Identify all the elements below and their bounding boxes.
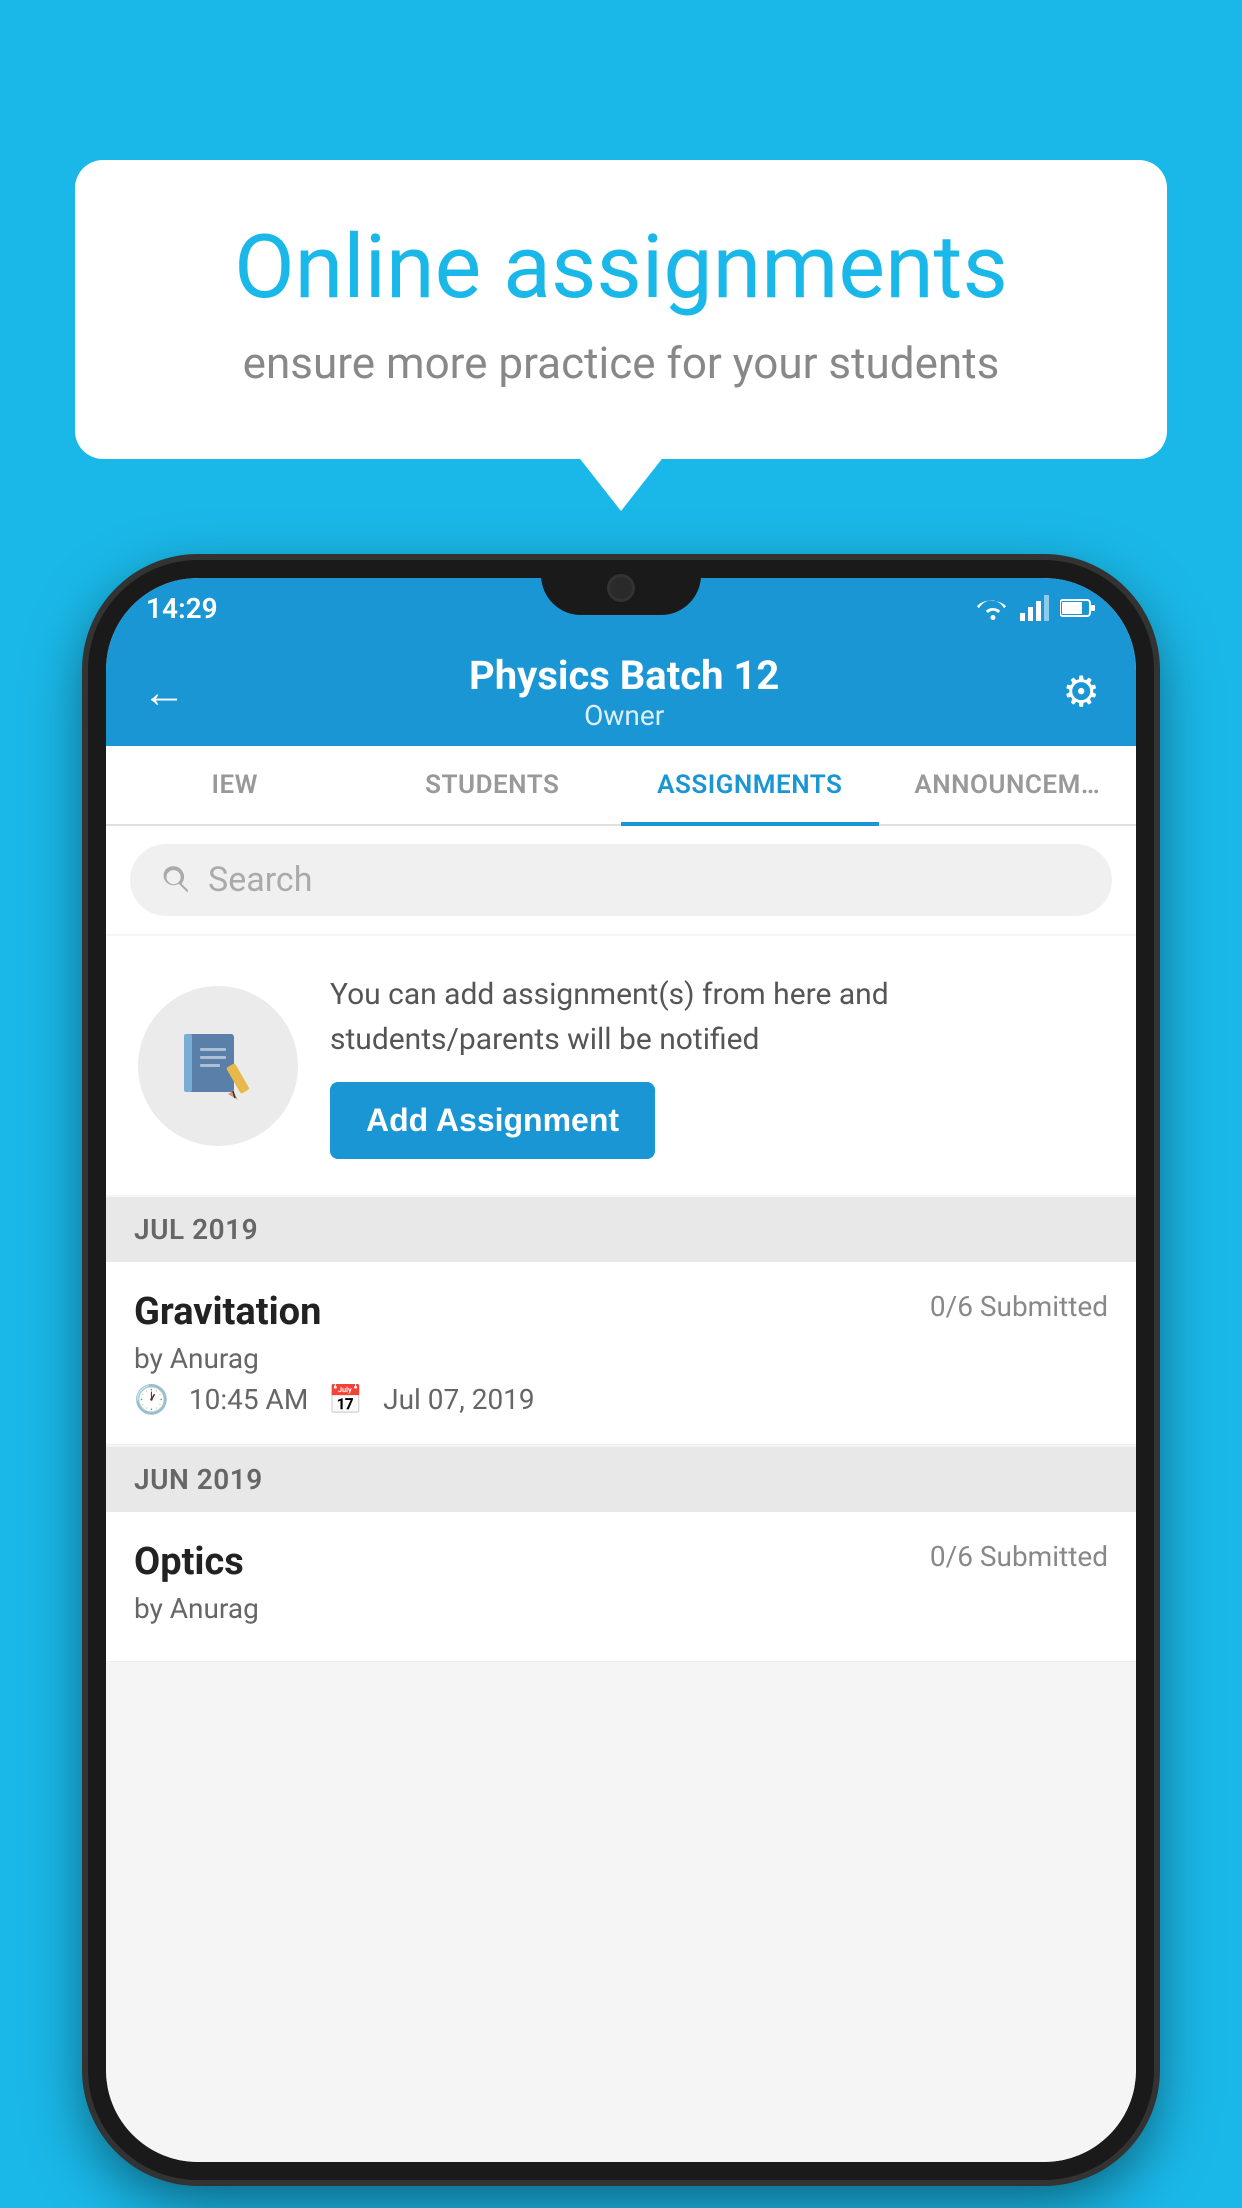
assignment-item-optics[interactable]: Optics 0/6 Submitted by Anurag [106,1512,1136,1662]
status-time: 14:29 [146,592,218,625]
assignment-name-gravitation: Gravitation [134,1290,321,1334]
phone-notch [541,560,701,615]
assignment-name-optics: Optics [134,1540,244,1584]
promo-text-block: You can add assignment(s) from here and … [330,972,1104,1159]
search-bar-wrap: Search [106,826,1136,934]
header-title-block: Physics Batch 12 Owner [469,652,779,732]
tab-announcements[interactable]: ANNOUNCEM… [879,748,1137,826]
app-header: ← Physics Batch 12 Owner ⚙ [106,638,1136,746]
assignment-time-gravitation: 10:45 AM [189,1383,308,1416]
section-header-jul: JUL 2019 [106,1197,1136,1262]
header-subtitle: Owner [469,699,779,732]
speech-bubble-subtitle: ensure more practice for your students [155,337,1087,389]
screen-content: Search [106,826,1136,2162]
tab-assignments[interactable]: ASSIGNMENTS [621,748,879,826]
phone-camera [607,574,635,602]
assignment-author-optics: by Anurag [134,1592,1108,1625]
assignment-row-top: Gravitation 0/6 Submitted [134,1290,1108,1334]
speech-bubble-title: Online assignments [155,220,1087,317]
tab-students[interactable]: STUDENTS [364,748,622,826]
add-assignment-button[interactable]: Add Assignment [330,1082,655,1159]
battery-icon [1060,598,1096,618]
tab-iew[interactable]: IEW [106,748,364,826]
search-bar[interactable]: Search [130,844,1112,916]
assignment-item-gravitation[interactable]: Gravitation 0/6 Submitted by Anurag 🕐 10… [106,1262,1136,1445]
assignment-date-gravitation: Jul 07, 2019 [383,1383,535,1416]
header-title: Physics Batch 12 [469,652,779,699]
promo-description: You can add assignment(s) from here and … [330,972,1104,1062]
assignment-meta-gravitation: 🕐 10:45 AM 📅 Jul 07, 2019 [134,1383,1108,1416]
back-button[interactable]: ← [142,666,186,718]
add-assignment-promo: You can add assignment(s) from here and … [106,936,1136,1195]
assignment-submitted-optics: 0/6 Submitted [930,1540,1108,1573]
signal-icon [1020,595,1050,621]
speech-bubble: Online assignments ensure more practice … [75,160,1167,459]
tabs-bar: IEW STUDENTS ASSIGNMENTS ANNOUNCEM… [106,746,1136,826]
assignment-submitted-gravitation: 0/6 Submitted [930,1290,1108,1323]
search-placeholder: Search [208,860,312,900]
assignment-notebook-icon [178,1026,258,1106]
assignment-row-top-optics: Optics 0/6 Submitted [134,1540,1108,1584]
clock-icon: 🕐 [134,1383,169,1416]
search-icon [158,863,192,897]
phone-screen: 14:29 [106,578,1136,2162]
promo-icon-circle [138,986,298,1146]
gear-icon[interactable]: ⚙ [1062,667,1100,717]
calendar-icon: 📅 [328,1383,363,1416]
wifi-icon [976,595,1010,621]
phone-wrapper: 14:29 [88,560,1154,2180]
status-icons [976,595,1096,621]
assignment-author-gravitation: by Anurag [134,1342,1108,1375]
phone-outer: 14:29 [88,560,1154,2180]
section-header-jun: JUN 2019 [106,1447,1136,1512]
